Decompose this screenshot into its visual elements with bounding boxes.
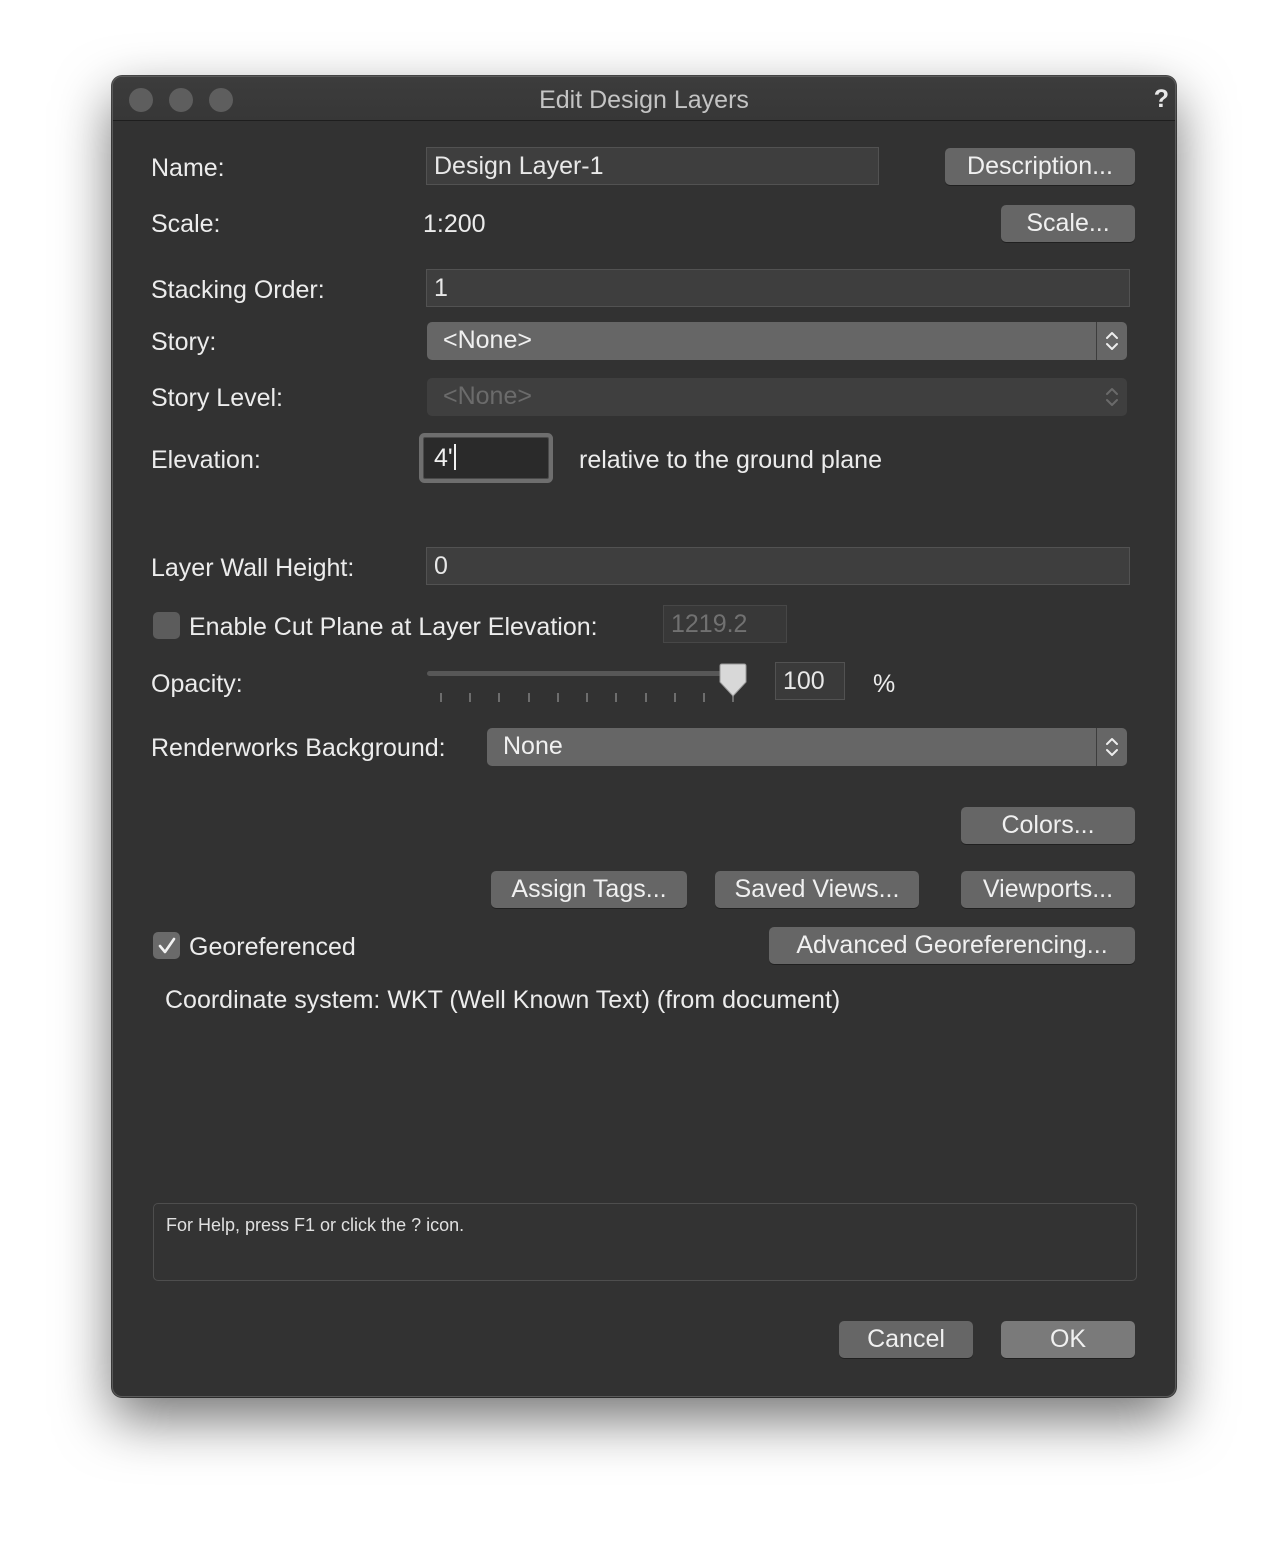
cut-plane-label: Enable Cut Plane at Layer Elevation:: [189, 613, 598, 641]
layer-wall-height-field[interactable]: 0: [426, 547, 1130, 585]
story-label: Story:: [151, 328, 217, 356]
colors-button[interactable]: Colors...: [961, 807, 1135, 844]
stacking-order-label: Stacking Order:: [151, 276, 325, 304]
checkmark-icon: [158, 937, 175, 953]
slider-thumb[interactable]: [717, 663, 749, 699]
slider-tick: [440, 693, 442, 702]
slider-tick: [557, 693, 559, 702]
georeferenced-label: Georeferenced: [189, 933, 356, 961]
ok-button[interactable]: OK: [1001, 1321, 1135, 1358]
slider-tick: [645, 693, 647, 702]
cut-plane-checkbox[interactable]: [153, 612, 180, 639]
edit-design-layers-dialog: Edit Design Layers ? Name: Design Layer-…: [112, 76, 1176, 1397]
slider-tick: [674, 693, 676, 702]
coordinate-system-text: Coordinate system: WKT (Well Known Text)…: [165, 986, 841, 1014]
name-field[interactable]: Design Layer-1: [426, 147, 879, 185]
scale-button[interactable]: Scale...: [1001, 205, 1135, 242]
slider-tick: [528, 693, 530, 702]
up-down-chevron-icon: [1096, 322, 1127, 360]
opacity-unit: %: [873, 670, 896, 698]
help-text: For Help, press F1 or click the ? icon.: [166, 1215, 465, 1235]
up-down-chevron-icon: [1097, 378, 1127, 416]
saved-views-button[interactable]: Saved Views...: [715, 871, 919, 908]
slider-tick: [498, 693, 500, 702]
viewports-button[interactable]: Viewports...: [961, 871, 1135, 908]
story-popup[interactable]: <None>: [427, 322, 1127, 360]
story-selected: <None>: [443, 326, 532, 354]
title-bar: Edit Design Layers ?: [113, 77, 1175, 121]
story-level-popup[interactable]: <None>: [427, 378, 1127, 416]
layer-wall-height-label: Layer Wall Height:: [151, 554, 355, 582]
cancel-button[interactable]: Cancel: [839, 1321, 973, 1358]
opacity-label: Opacity:: [151, 670, 243, 698]
story-level-label: Story Level:: [151, 384, 284, 412]
cut-plane-elevation-field[interactable]: 1219.2: [663, 605, 787, 643]
renderworks-background-label: Renderworks Background:: [151, 734, 446, 762]
help-icon[interactable]: ?: [1154, 85, 1169, 114]
elevation-field[interactable]: 4': [423, 437, 549, 479]
elevation-suffix: relative to the ground plane: [579, 446, 882, 474]
story-level-selected: <None>: [443, 382, 532, 410]
renderworks-background-selected: None: [503, 732, 563, 760]
opacity-value-field[interactable]: 100: [775, 662, 845, 700]
assign-tags-button[interactable]: Assign Tags...: [491, 871, 687, 908]
scale-label: Scale:: [151, 210, 221, 238]
name-label: Name:: [151, 154, 225, 182]
up-down-chevron-icon: [1096, 728, 1127, 766]
window-title: Edit Design Layers: [539, 86, 749, 114]
advanced-georeferencing-button[interactable]: Advanced Georeferencing...: [769, 927, 1135, 964]
description-button[interactable]: Description...: [945, 148, 1135, 185]
slider-tick: [703, 693, 705, 702]
elevation-label: Elevation:: [151, 446, 261, 474]
text-caret: [453, 444, 456, 471]
elevation-value: 4': [434, 444, 453, 472]
stacking-order-field[interactable]: 1: [426, 269, 1130, 307]
scale-value: 1:200: [423, 210, 486, 238]
slider-tick: [615, 693, 617, 702]
georeferenced-checkbox[interactable]: [153, 932, 180, 959]
opacity-slider[interactable]: [427, 663, 747, 703]
slider-track: [427, 671, 737, 676]
help-text-area: For Help, press F1 or click the ? icon.: [153, 1203, 1137, 1281]
slider-tick: [586, 693, 588, 702]
renderworks-background-popup[interactable]: None: [487, 728, 1127, 766]
slider-tick: [469, 693, 471, 702]
